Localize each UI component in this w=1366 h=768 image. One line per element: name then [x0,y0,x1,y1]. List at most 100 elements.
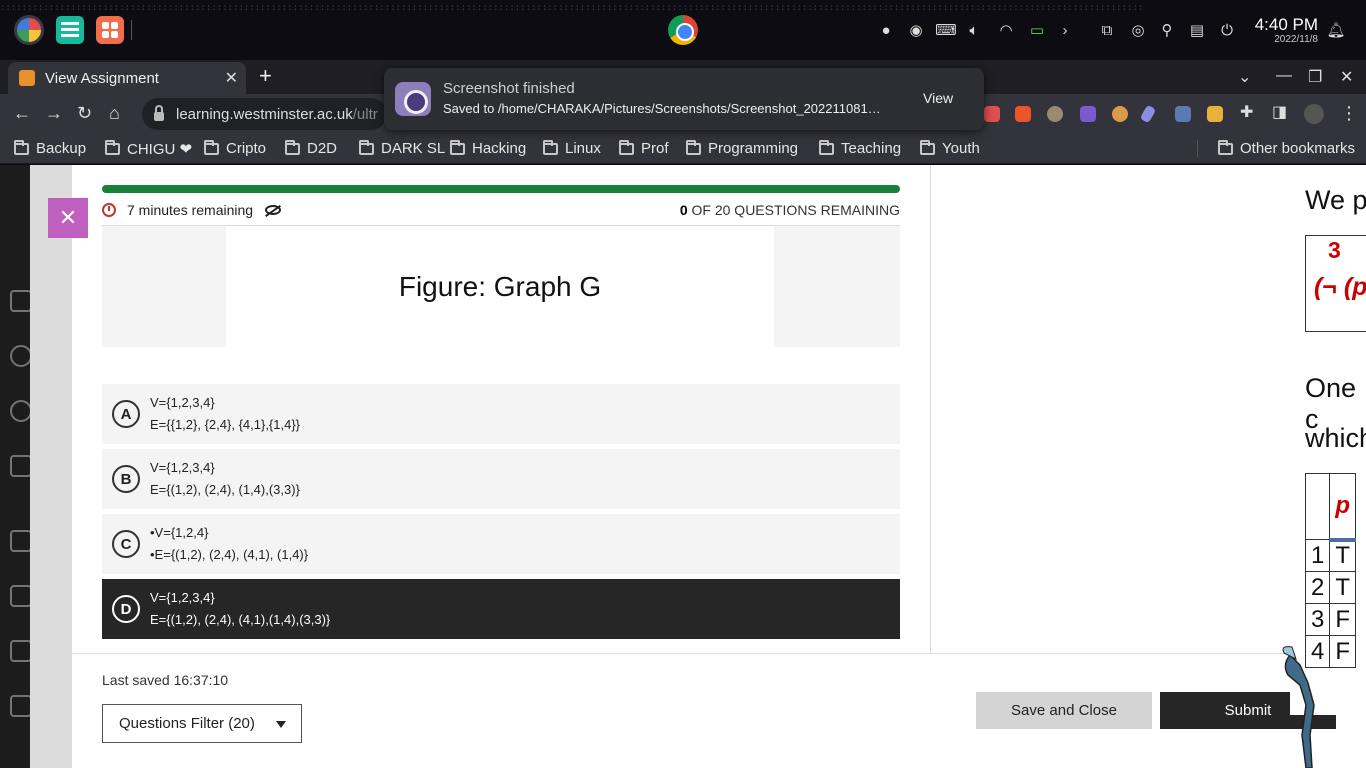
shelf-status-icon[interactable]: ● [878,20,894,40]
grades-icon[interactable] [10,695,32,717]
extension-icon[interactable] [1112,106,1128,122]
chevron-right-icon[interactable]: › [1058,20,1072,40]
power-icon[interactable]: ⏻ [1216,20,1238,40]
slide-red-number: 3 [1328,237,1341,263]
bookmark-label: Hacking [472,140,527,157]
truth-table-header: p [1304,473,1357,542]
bookmark-folder[interactable]: D2D [285,139,338,157]
bookmark-label: D2D [307,140,338,157]
pen-extension-icon[interactable] [1139,104,1157,124]
courses-icon[interactable] [10,455,32,477]
back-arrow-icon[interactable]: ← [13,103,31,123]
close-tab-icon[interactable]: ✕ [225,68,238,88]
option-edges: E={(1,2), (2,4), (1,4),(3,3)} [150,482,300,497]
institution-icon[interactable] [10,290,32,312]
bookmark-folder[interactable]: Cripto [204,139,266,157]
calendar-icon[interactable] [10,585,32,607]
camera-icon [395,82,431,116]
browser-menu-icon[interactable]: ⋮ [1340,103,1358,123]
extension-icon[interactable] [1015,106,1031,122]
new-tab-button[interactable]: + [259,65,272,87]
messages-icon[interactable] [10,640,32,662]
close-assignment-button[interactable]: ✕ [48,198,88,238]
extensions-puzzle-icon[interactable]: ✚ [1240,103,1253,123]
clipboard-icon[interactable]: ▤ [1187,20,1207,40]
maximize-icon[interactable]: ❐ [1308,67,1322,87]
profile-avatar[interactable] [1304,104,1324,124]
files-app-icon[interactable] [56,16,84,44]
minimize-icon[interactable]: — [1276,67,1292,85]
bookmark-folder[interactable]: Backup [14,139,86,157]
answer-option-a[interactable]: A V={1,2,3,4} E={{1,2}, {2,4}, {4,1},{1,… [102,384,900,444]
table-row: 1T [1304,539,1357,572]
questions-remaining: 0 OF 20 QUESTIONS REMAINING [680,202,900,218]
extension-icon[interactable] [1047,106,1063,122]
option-vertices: •V={1,2,4} [150,525,209,540]
answer-option-b[interactable]: B V={1,2,3,4} E={(1,2), (2,4), (1,4),(3,… [102,449,900,509]
folder-icon [543,139,558,155]
screenshot-notification[interactable]: Screenshot finished Saved to /home/CHARA… [384,68,984,130]
profile-nav-icon[interactable] [10,345,32,367]
folder-icon [450,139,465,155]
chrome-tray-icon[interactable]: ◉ [906,20,926,40]
bookmark-folder[interactable]: CHIGU ❤ [105,140,192,158]
bookmark-label: CHIGU ❤ [127,141,193,158]
activity-icon[interactable]: ◎ [1127,20,1149,40]
page-content: ✕ 7 minutes remaining 0 OF 20 QUESTIONS … [0,165,1366,768]
keyboard-icon[interactable]: ⌨ [935,20,957,40]
tab-view-assignment[interactable]: View Assignment ✕ [8,62,246,94]
globe-icon[interactable] [10,400,32,422]
reload-icon[interactable]: ↻ [77,103,92,123]
apps-grid-icon[interactable] [96,16,124,44]
other-bookmarks[interactable]: Other bookmarks [1197,139,1355,157]
side-panel-icon[interactable]: ◨ [1272,103,1287,123]
timer: 7 minutes remaining [102,202,282,218]
save-and-close-button[interactable]: Save and Close [976,692,1152,729]
screen-capture-icon[interactable]: ⧉ [1097,20,1117,40]
notification-bell-icon[interactable]: 🔔︎ [1326,20,1346,40]
view-screenshot-button[interactable]: View [923,90,953,106]
clock-date: 2022/11/8 [1274,34,1318,45]
progress-bar [102,185,900,193]
folder-icon [204,139,219,155]
bookmark-folder[interactable]: Hacking [450,139,527,157]
figure-area: Figure: Graph G [102,226,900,347]
answer-option-c[interactable]: C •V={1,2,4} •E={(1,2), (2,4), (4,1), (1… [102,514,900,574]
truth-table: p 1T 2T 3F 4F [1304,473,1357,668]
extension-off-icon[interactable] [1175,106,1191,122]
folder-icon [14,139,29,155]
bookmark-folder[interactable]: Teaching [819,139,901,157]
wifi-icon[interactable]: ◠ [995,20,1017,40]
url-path: /ultr [352,105,378,123]
bookmark-folder[interactable]: Youth [920,139,980,157]
hide-timer-icon[interactable] [265,205,282,215]
figure-title: Figure: Graph G [226,226,774,347]
address-bar[interactable]: learning.westminster.ac.uk/ultr [142,98,387,130]
folder-icon [819,139,834,155]
launcher-icon[interactable] [14,15,44,45]
extension-icon[interactable] [984,106,1000,122]
questions-filter-dropdown[interactable]: Questions Filter (20) [102,704,302,743]
extension-icon[interactable] [1080,106,1096,122]
window-close-icon[interactable]: ✕ [1340,67,1353,87]
questions-remaining-text: OF 20 QUESTIONS REMAINING [687,202,901,218]
extension-icon[interactable] [1207,106,1223,122]
mute-icon[interactable]: 🔈︎ [965,20,983,40]
forward-arrow-icon[interactable]: → [45,103,63,123]
battery-icon[interactable]: ▭ [1026,20,1048,40]
assignment-panel: 7 minutes remaining 0 OF 20 QUESTIONS RE… [72,165,1366,768]
bookmark-folder[interactable]: Linux [543,139,601,157]
bookmark-label: Prof [641,140,669,157]
groups-icon[interactable] [10,530,32,552]
search-icon[interactable]: ⚲ [1157,20,1177,40]
bookmark-folder[interactable]: Programming [686,139,798,157]
bookmark-folder[interactable]: Prof [619,139,669,157]
tab-search-chevron-icon[interactable]: ⌄ [1238,67,1251,87]
table-cell [1304,473,1331,540]
system-clock[interactable]: 4:40 PM 2022/11/8 [1255,16,1318,46]
home-icon[interactable]: ⌂ [109,103,120,123]
option-edges: E={(1,2), (2,4), (4,1),(1,4),(3,3)} [150,612,331,627]
chrome-app-icon[interactable] [668,15,698,45]
answer-option-d-selected[interactable]: D V={1,2,3,4} E={(1,2), (2,4), (4,1),(1,… [102,579,900,639]
bookmark-folder[interactable]: DARK SL [359,139,445,157]
